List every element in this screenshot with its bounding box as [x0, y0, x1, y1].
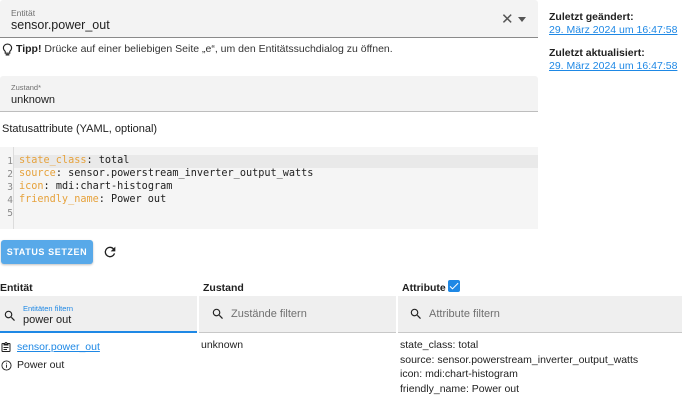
- entity-picker-value: sensor.power_out: [11, 18, 110, 32]
- yaml-value: : total: [86, 155, 130, 166]
- last-changed-value[interactable]: 29. März 2024 um 16:47:58: [549, 24, 677, 36]
- tip-bold: Tipp!: [16, 43, 42, 55]
- state-field-value: unknown: [11, 94, 56, 106]
- entity-filter-input[interactable]: Entitäten filtern power out: [0, 296, 197, 333]
- attribute-line: icon: mdi:chart-histogram: [400, 368, 518, 380]
- line-number: 5: [7, 208, 13, 219]
- line-number: 4: [7, 195, 13, 206]
- state-field[interactable]: Zustand* unknown: [0, 76, 538, 112]
- search-icon: [410, 308, 421, 319]
- line-number: 1: [7, 156, 13, 167]
- lightbulb-icon: [2, 43, 13, 56]
- attributes-section-label: Statusattribute (YAML, optional): [2, 123, 158, 135]
- state-filter-placeholder: Zustände filtern: [231, 308, 307, 320]
- yaml-editor[interactable]: 1 2 3 4 5 state_class: total source: sen…: [0, 147, 538, 229]
- info-icon[interactable]: [1, 360, 12, 371]
- yaml-value: : Power out: [98, 194, 167, 205]
- tip-text: Drücke auf einer beliebigen Seite „e“, u…: [44, 43, 393, 55]
- tip: Tipp! Drücke auf einer beliebigen Seite …: [2, 42, 542, 58]
- entity-filter-value: power out: [23, 314, 72, 326]
- entity-state: unknown: [201, 339, 244, 351]
- attributes-filter-input[interactable]: Attribute filtern: [398, 296, 682, 333]
- set-state-button[interactable]: STATUS SETZEN: [1, 240, 93, 264]
- attributes-filter-placeholder: Attribute filtern: [429, 308, 500, 320]
- yaml-key: friendly_name: [19, 194, 99, 205]
- check-icon: [449, 282, 459, 290]
- attribute-line: state_class: total: [400, 339, 479, 351]
- refresh-icon[interactable]: [102, 244, 118, 260]
- state-filter-input[interactable]: Zustände filtern: [199, 296, 396, 333]
- attribute-line: friendly_name: Power out: [400, 382, 520, 395]
- code-line: icon: mdi:chart-histogram: [19, 181, 172, 192]
- yaml-key: state_class: [19, 155, 87, 166]
- entity-filter-label: Entitäten filtern: [23, 304, 74, 313]
- yaml-value: : sensor.powerstream_inverter_output_wat…: [55, 168, 314, 179]
- entity-id-link[interactable]: sensor.power_out: [17, 341, 100, 353]
- code-line: friendly_name: Power out: [19, 194, 166, 205]
- line-number: 2: [7, 169, 13, 180]
- table-row: sensor.power_out Power out unknown state…: [0, 338, 690, 398]
- arrow-drop-down-icon[interactable]: [518, 17, 526, 22]
- column-header-entity[interactable]: Entität: [0, 282, 33, 294]
- column-header-state[interactable]: Zustand: [203, 282, 244, 294]
- state-field-label: Zustand*: [11, 83, 42, 92]
- clipboard-icon[interactable]: [0, 341, 12, 354]
- entity-friendly-name: Power out: [17, 359, 65, 371]
- code-line: state_class: total: [19, 155, 129, 166]
- code-line: source: sensor.powerstream_inverter_outp…: [19, 168, 313, 179]
- last-updated-label: Zuletzt aktualisiert:: [549, 47, 645, 59]
- last-changed-label: Zuletzt geändert:: [549, 11, 634, 23]
- attributes-checkbox[interactable]: [448, 280, 460, 292]
- entity-attributes: state_class: total source: sensor.powers…: [400, 338, 688, 396]
- attribute-line: source: sensor.powerstream_inverter_outp…: [400, 353, 639, 366]
- line-number: 3: [7, 182, 13, 193]
- search-icon: [4, 310, 15, 321]
- entity-picker-label: Entität: [11, 8, 36, 18]
- column-header-attributes[interactable]: Attribute: [402, 282, 446, 294]
- yaml-key: source: [19, 168, 56, 179]
- yaml-value: : mdi:chart-histogram: [43, 181, 173, 192]
- search-icon: [212, 308, 223, 319]
- yaml-key: icon: [19, 181, 44, 192]
- close-icon[interactable]: ✕: [501, 10, 514, 28]
- last-updated-value[interactable]: 29. März 2024 um 16:47:58: [549, 60, 677, 72]
- entity-picker[interactable]: Entität sensor.power_out ✕: [0, 0, 538, 38]
